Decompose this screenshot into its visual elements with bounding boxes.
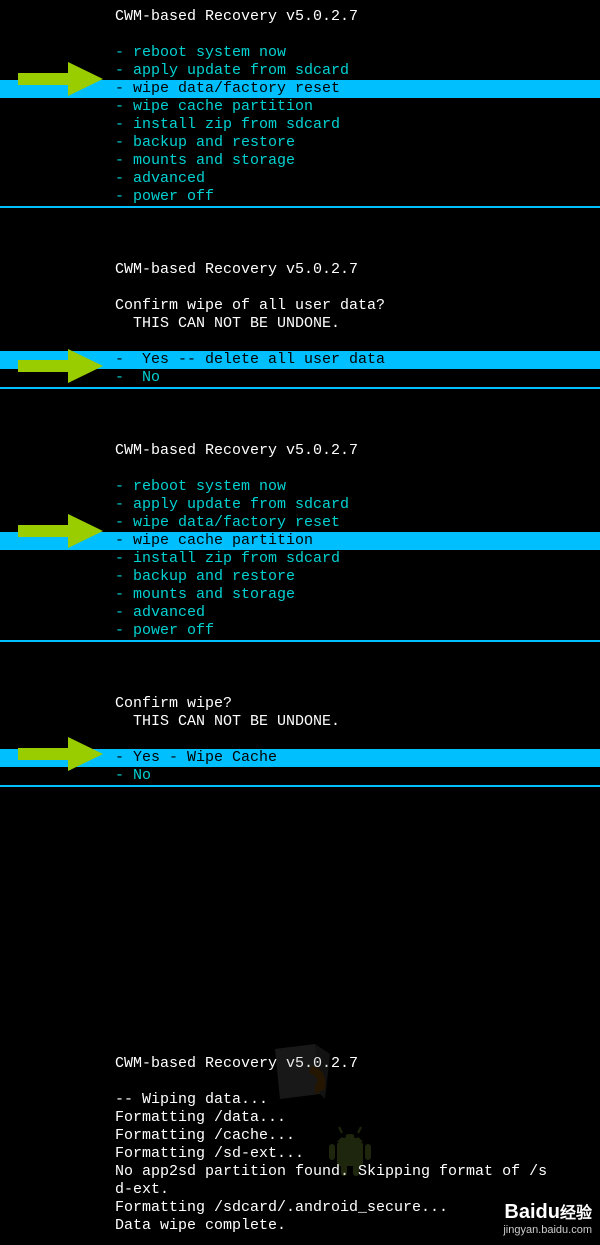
- recovery-screen-3: CWM-based Recovery v5.0.2.7 - reboot sys…: [0, 434, 600, 642]
- recovery-screen-4: Confirm wipe? THIS CAN NOT BE UNDONE. - …: [0, 687, 600, 787]
- menu-item-apply-update[interactable]: - apply update from sdcard: [115, 62, 600, 80]
- menu-item-apply-update[interactable]: - apply update from sdcard: [115, 496, 600, 514]
- menu-item-mounts[interactable]: - mounts and storage: [115, 586, 600, 604]
- watermark-url: jingyan.baidu.com: [503, 1224, 592, 1237]
- pointer-arrow-icon: [18, 62, 103, 96]
- log-line: No app2sd partition found. Skipping form…: [0, 1163, 600, 1181]
- confirm-warning: THIS CAN NOT BE UNDONE.: [0, 315, 600, 333]
- screen-title: CWM-based Recovery v5.0.2.7: [0, 261, 600, 279]
- menu-item-install-zip[interactable]: - install zip from sdcard: [115, 550, 600, 568]
- box-icon: [265, 1039, 335, 1125]
- menu-item-mounts[interactable]: - mounts and storage: [115, 152, 600, 170]
- menu-item-power-off[interactable]: - power off: [115, 622, 600, 640]
- screen-title: CWM-based Recovery v5.0.2.7: [0, 442, 600, 460]
- watermark: Baidu经验 jingyan.baidu.com: [503, 1200, 592, 1237]
- divider: [0, 640, 600, 642]
- confirm-no[interactable]: - No: [115, 369, 600, 387]
- pointer-arrow-icon: [18, 737, 103, 771]
- pointer-arrow-icon: [18, 514, 103, 548]
- android-icon: [325, 1124, 375, 1185]
- recovery-screen-2: CWM-based Recovery v5.0.2.7 Confirm wipe…: [0, 253, 600, 389]
- menu-item-install-zip[interactable]: - install zip from sdcard: [115, 116, 600, 134]
- divider: [0, 206, 600, 208]
- confirm-question: Confirm wipe of all user data?: [0, 297, 600, 315]
- menu-item-wipe-cache[interactable]: - wipe cache partition: [115, 98, 600, 116]
- menu-item-advanced[interactable]: - advanced: [115, 604, 600, 622]
- menu-item-wipe-data[interactable]: - wipe data/factory reset: [115, 514, 600, 532]
- menu-item-power-off[interactable]: - power off: [115, 188, 600, 206]
- watermark-brand-cn: 经验: [560, 1205, 592, 1222]
- confirm-warning: THIS CAN NOT BE UNDONE.: [0, 713, 600, 731]
- screen-title: CWM-based Recovery v5.0.2.7: [0, 8, 600, 26]
- main-menu: - reboot system now - apply update from …: [0, 478, 600, 640]
- watermark-brand: Baidu: [504, 1201, 560, 1223]
- menu-item-backup[interactable]: - backup and restore: [115, 134, 600, 152]
- confirm-question: Confirm wipe?: [0, 695, 600, 713]
- menu-item-backup[interactable]: - backup and restore: [115, 568, 600, 586]
- log-line: d-ext.: [0, 1181, 600, 1199]
- confirm-no[interactable]: - No: [115, 767, 600, 785]
- divider: [0, 785, 600, 787]
- divider: [0, 387, 600, 389]
- log-line: Formatting /sd-ext...: [0, 1145, 600, 1163]
- menu-item-advanced[interactable]: - advanced: [115, 170, 600, 188]
- recovery-screen-1: CWM-based Recovery v5.0.2.7 - reboot sys…: [0, 0, 600, 208]
- menu-item-reboot[interactable]: - reboot system now: [115, 44, 600, 62]
- menu-item-reboot[interactable]: - reboot system now: [115, 478, 600, 496]
- pointer-arrow-icon: [18, 349, 103, 383]
- log-line: Formatting /cache...: [0, 1127, 600, 1145]
